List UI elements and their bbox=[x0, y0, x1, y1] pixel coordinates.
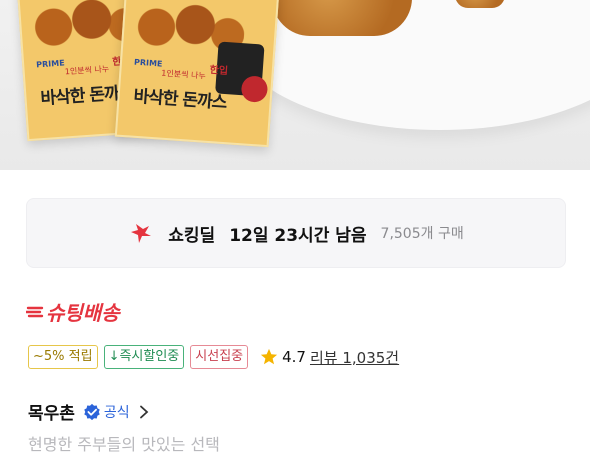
instant-discount-badge: ↓즉시할인중 bbox=[103, 345, 185, 369]
shocking-deal-banner[interactable]: 쇼킹딜 12일 23시간 남음 7,505개 구매 bbox=[26, 198, 566, 268]
chevron-right-icon[interactable] bbox=[138, 405, 150, 419]
pack-sub-label: 1인분씩 나누 bbox=[161, 68, 206, 81]
shooting-delivery-logo: 슈팅배송 bbox=[26, 297, 120, 326]
official-badge: 공식 bbox=[83, 402, 130, 422]
pack-prime-label: PRIME bbox=[133, 57, 163, 69]
product-image[interactable]: PRIME 1인분씩 나누 한입 바삭한 돈까스 PRIME 1인분씩 나누 한… bbox=[0, 0, 590, 170]
product-package-back: PRIME 1인분씩 나누 한입 바삭한 돈까스 bbox=[114, 0, 280, 148]
deal-timer: 12일 23시간 남음 bbox=[229, 225, 367, 246]
pack-tag-label: 한입 bbox=[209, 64, 229, 78]
rating-score: 4.7 bbox=[282, 348, 306, 366]
deal-sold-count: 7,505개 구매 bbox=[380, 226, 464, 242]
points-badge: ~5% 적립 bbox=[28, 345, 98, 369]
badge-row: ~5% 적립 ↓즉시할인중 시선집중 4.7 리뷰 1,035건 bbox=[28, 345, 399, 369]
pack-sub-label: 1인분씩 나누 bbox=[64, 64, 110, 77]
speed-lines-icon bbox=[26, 306, 44, 317]
official-label: 공식 bbox=[103, 404, 130, 421]
flame-icon bbox=[131, 224, 152, 243]
rating-summary[interactable]: 4.7 리뷰 1,035건 bbox=[260, 347, 399, 368]
seller-row[interactable]: 목우촌 공식 bbox=[28, 399, 150, 424]
shooting-delivery-label: 슈팅배송 bbox=[46, 303, 120, 325]
pack-prime-label: PRIME bbox=[35, 58, 65, 70]
verified-check-icon bbox=[84, 403, 100, 420]
star-icon bbox=[261, 348, 278, 365]
product-description: 현명한 주부들의 맛있는 선택 bbox=[28, 435, 220, 454]
attention-badge: 시선집중 bbox=[190, 345, 249, 369]
review-count-link[interactable]: 리뷰 1,035건 bbox=[310, 347, 399, 368]
cutlet-image bbox=[272, 0, 412, 36]
pack-brand-label: 바삭한 돈까스 bbox=[132, 86, 227, 114]
deal-title: 쇼킹딜 bbox=[168, 225, 216, 246]
seller-name[interactable]: 목우촌 bbox=[28, 399, 75, 424]
